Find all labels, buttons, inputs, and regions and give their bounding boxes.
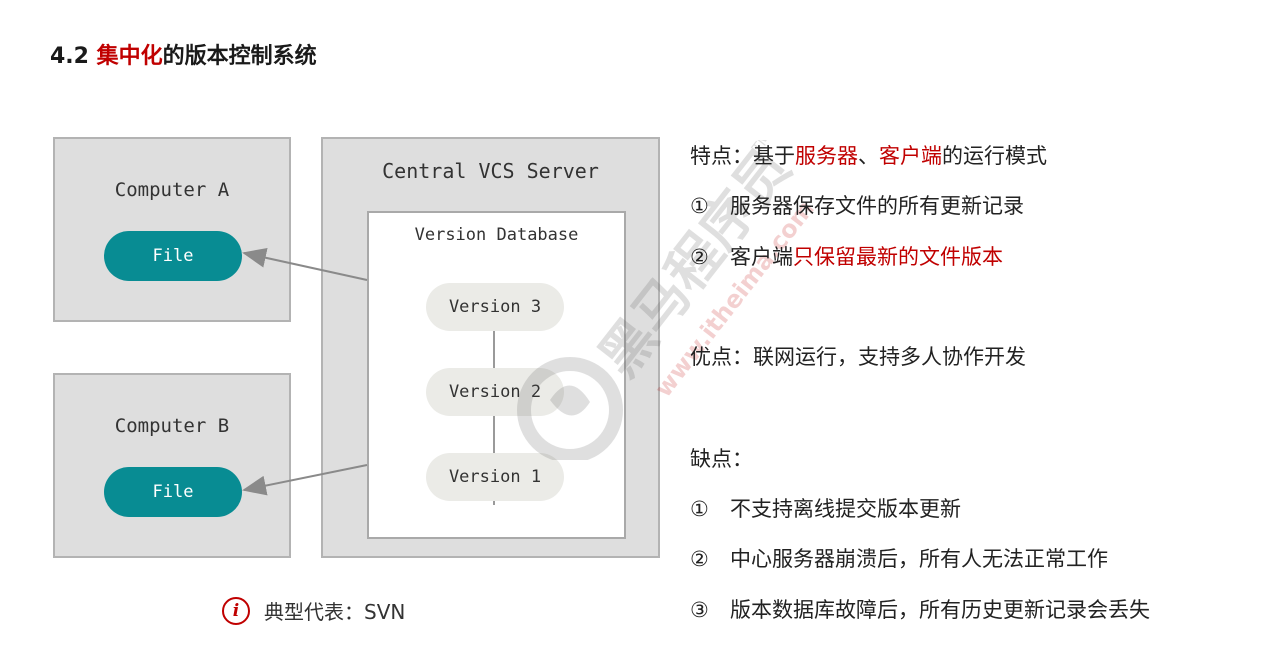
disadvantage-item-1-text: 不支持离线提交版本更新 [730, 497, 961, 521]
central-server-box: Central VCS Server Version Database Vers… [321, 137, 660, 558]
info-icon: i [222, 596, 250, 625]
disadvantage-item-3-text: 版本数据库故障后，所有历史更新记录会丢失 [730, 598, 1150, 622]
feature-item-1-text: 服务器保存文件的所有更新记录 [730, 194, 1024, 218]
feature-item-2-text: 客户端 [730, 245, 793, 269]
features-server: 服务器 [795, 144, 858, 168]
version-3-pill: Version 3 [426, 283, 564, 331]
caption: i 典型代表：SVN [222, 596, 405, 625]
title-highlight: 集中化 [96, 44, 163, 69]
disadvantage-item-3-num: ③ [690, 598, 709, 622]
computer-b-box: Computer B File [53, 373, 291, 558]
features-e: 的运行模式 [942, 144, 1047, 168]
computer-a-label: Computer A [114, 179, 230, 201]
feature-item-2-red: 只保留最新的文件版本 [793, 245, 1003, 269]
server-label: Central VCS Server [382, 159, 599, 183]
disadvantages-heading: 缺点： [690, 447, 753, 471]
feature-item-2-num: ② [690, 245, 709, 269]
version-database-box: Version Database Version 3 Version 2 Ver… [367, 211, 626, 539]
features-a: 特点：基于 [690, 144, 795, 168]
disadvantage-item-1-num: ① [690, 497, 709, 521]
features-client: 客户端 [879, 144, 942, 168]
advantages-line: 优点：联网运行，支持多人协作开发 [690, 345, 1026, 369]
caption-text: 典型代表：SVN [264, 600, 406, 624]
disadvantage-item-2-text: 中心服务器崩溃后，所有人无法正常工作 [730, 547, 1108, 571]
version-1-pill: Version 1 [426, 453, 564, 501]
title-suffix: 的版本控制系统 [162, 44, 317, 69]
page-title: 4.2 集中化的版本控制系统 [50, 38, 317, 70]
computer-b-label: Computer B [114, 415, 230, 437]
feature-item-1-num: ① [690, 194, 709, 218]
computer-a-file: File [104, 231, 242, 281]
disadvantage-item-2-num: ② [690, 547, 709, 571]
feature-item-1: ① 服务器保存文件的所有更新记录 [690, 190, 1024, 220]
disadvantage-item-1: ① 不支持离线提交版本更新 [690, 493, 961, 523]
title-prefix: 4.2 [50, 44, 97, 69]
computer-a-box: Computer A File [53, 137, 291, 322]
database-label: Version Database [414, 225, 579, 245]
features-line: 特点：基于服务器、客户端的运行模式 [690, 140, 1047, 170]
version-2-pill: Version 2 [426, 368, 564, 416]
disadvantage-item-3: ③ 版本数据库故障后，所有历史更新记录会丢失 [690, 594, 1150, 624]
watermark-url: www.itheima.com [649, 195, 820, 402]
features-sep: 、 [858, 144, 879, 168]
feature-item-2: ② 客户端只保留最新的文件版本 [690, 241, 1003, 271]
computer-b-file: File [104, 467, 242, 517]
disadvantage-item-2: ② 中心服务器崩溃后，所有人无法正常工作 [690, 543, 1108, 573]
